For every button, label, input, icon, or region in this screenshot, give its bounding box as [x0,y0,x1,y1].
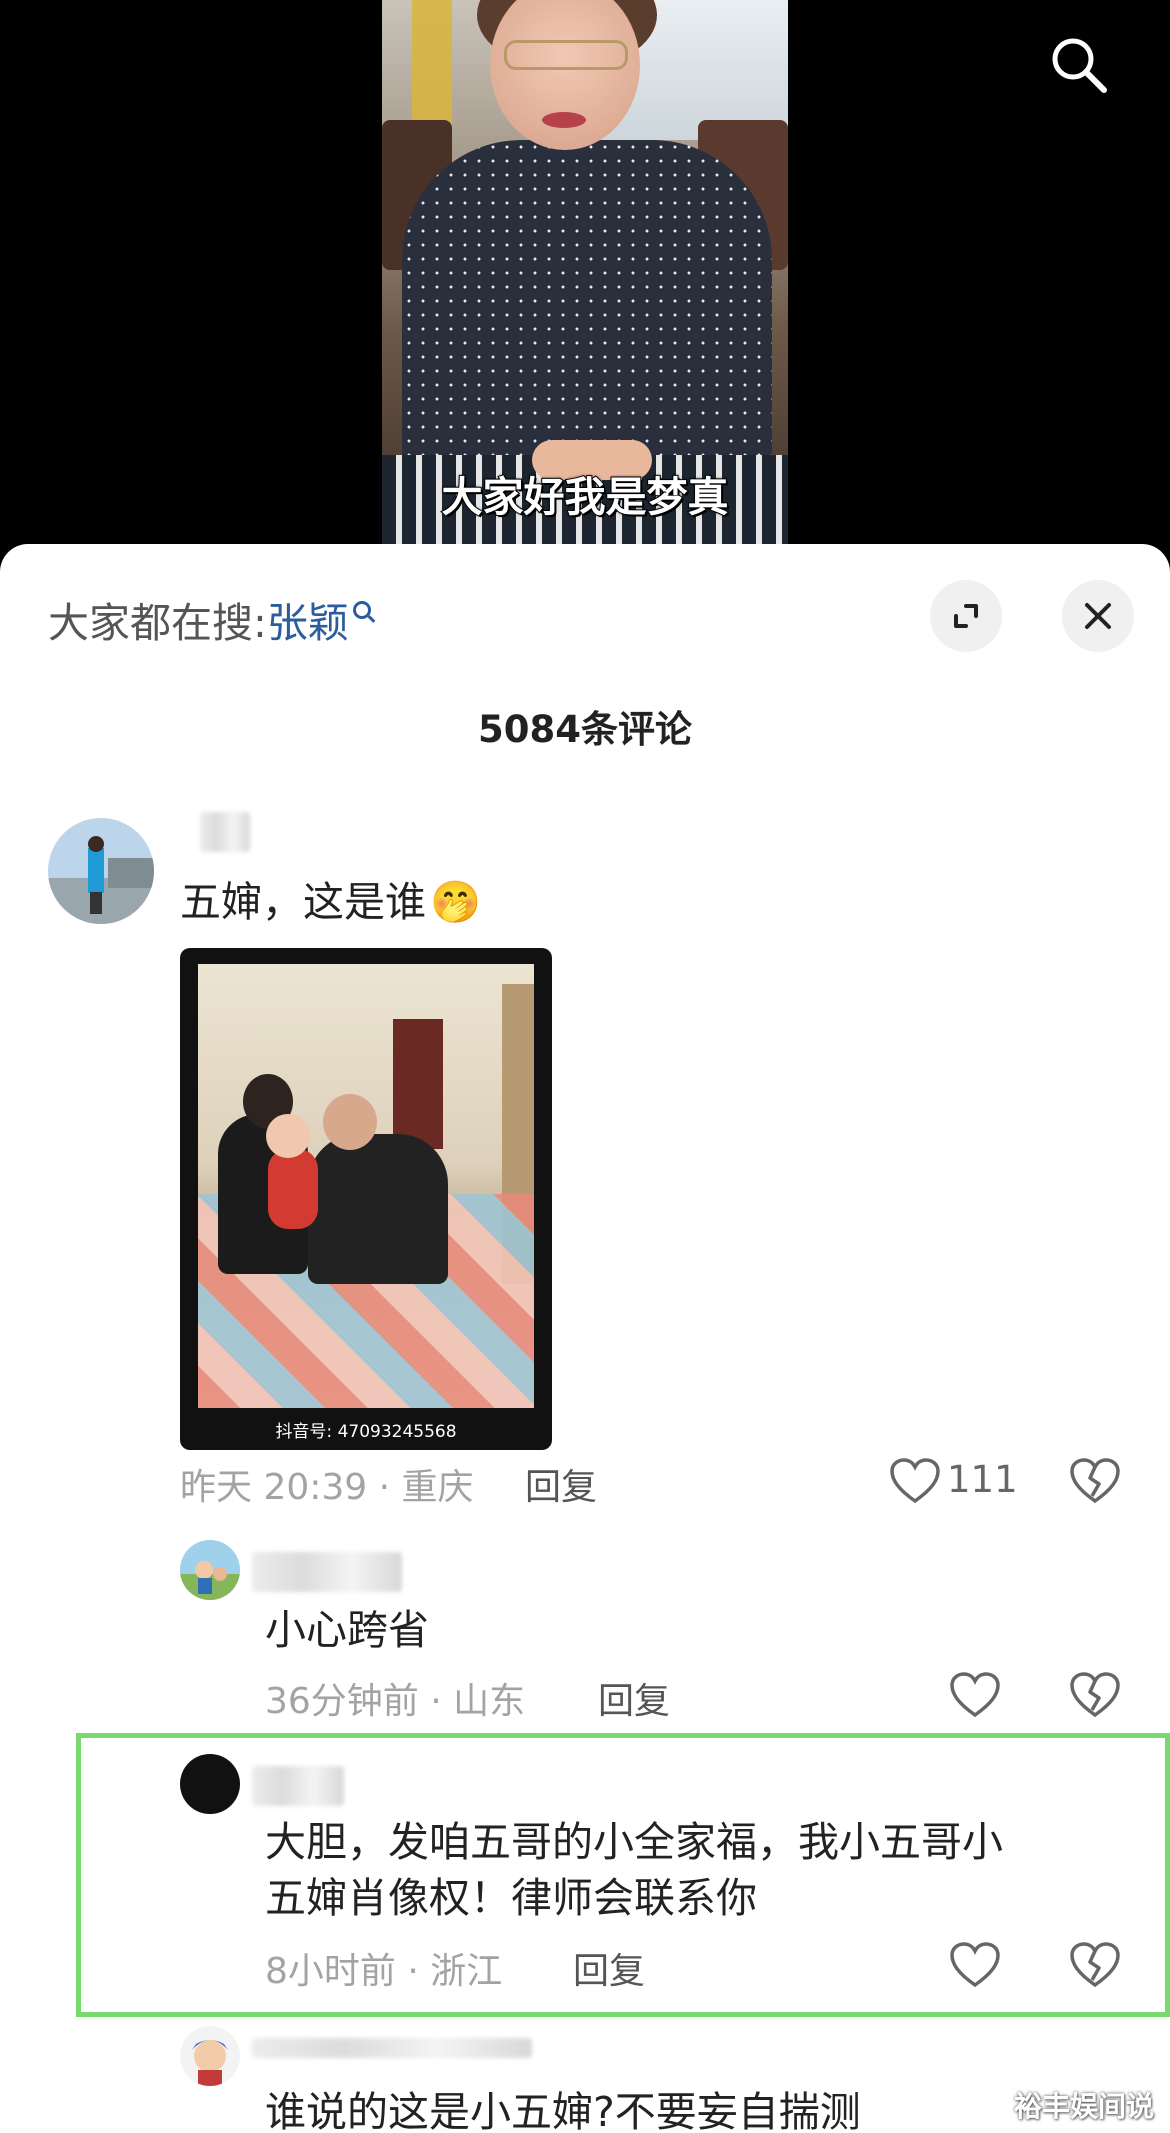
comment-meta: 8小时前 · 浙江 [265,1951,503,1992]
comment-attached-image[interactable]: 抖音号: 47093245568 [180,948,552,1450]
close-button[interactable] [1062,580,1134,652]
search-suggestion-prefix: 大家都在搜: [48,599,267,647]
like-icon[interactable] [950,1942,1000,1988]
video-player[interactable]: 大家好我是梦真 [0,0,1170,560]
search-icon[interactable] [1046,32,1110,96]
small-search-icon [352,601,371,619]
avatar[interactable] [48,818,154,924]
username-redacted[interactable] [200,812,250,852]
attached-photo [198,964,534,1408]
search-suggestion[interactable]: 大家都在搜:张颖 [48,589,371,649]
avatar[interactable] [180,1754,240,1814]
avatar-image [180,2026,240,2086]
reply-button[interactable]: 回复 [573,1942,645,1994]
username-redacted[interactable] [252,1766,344,1806]
dislike-icon[interactable] [1070,1942,1120,1988]
avatar-image [48,818,154,924]
comment-text: 小心跨省 [265,1606,429,1654]
search-suggestion-term[interactable]: 张颖 [267,599,349,647]
comment-meta: 昨天 20:39 · 重庆 [180,1467,474,1508]
video-person-mouth [542,112,586,128]
emoji-icon: 🤭 [430,878,482,926]
photo-man [308,1134,448,1284]
photo-man-head [323,1094,377,1150]
avatar-image [180,1540,240,1600]
avatar[interactable] [180,2026,240,2086]
photo-door [393,1019,443,1149]
like-count: 111 [947,1458,1018,1501]
avatar[interactable] [180,1540,240,1600]
reply-button[interactable]: 回复 [525,1458,597,1510]
comment-text: 五婶，这是谁🤭 [180,878,482,926]
comments-panel: 大家都在搜:张颖 5084条评论 五婶，这是谁🤭 抖音号: 4709324556… [0,544,1170,2133]
photo-child-head [266,1114,310,1158]
dislike-icon[interactable] [1070,1672,1120,1718]
video-subtitle: 大家好我是梦真 [441,472,730,522]
username-redacted[interactable] [252,2038,532,2058]
expand-button[interactable] [930,580,1002,652]
video-person-glasses [504,40,628,70]
comment-meta: 36分钟前 · 山东 [265,1681,526,1722]
attachment-watermark: 抖音号: 47093245568 [275,1422,457,1442]
reply-button[interactable]: 回复 [598,1672,670,1724]
like-icon[interactable] [890,1458,940,1504]
photo-child [268,1149,318,1229]
like-icon[interactable] [950,1672,1000,1718]
username-redacted[interactable] [252,1552,402,1592]
expand-icon [954,604,978,628]
comment-text: 谁说的这是小五婶?不要妄自揣测 [265,2088,861,2133]
close-icon [1085,603,1111,629]
comment-text-line: 大胆，发咱五哥的小全家福，我小五哥小 [265,1818,1003,1866]
video-frame[interactable]: 大家好我是梦真 [382,0,788,545]
comment-count: 5084条评论 [478,708,692,751]
dislike-icon[interactable] [1070,1458,1120,1504]
comment-text-line: 五婶肖像权！律师会联系你 [265,1874,757,1922]
corner-watermark: 裕丰娱间说 [1013,2090,1154,2123]
